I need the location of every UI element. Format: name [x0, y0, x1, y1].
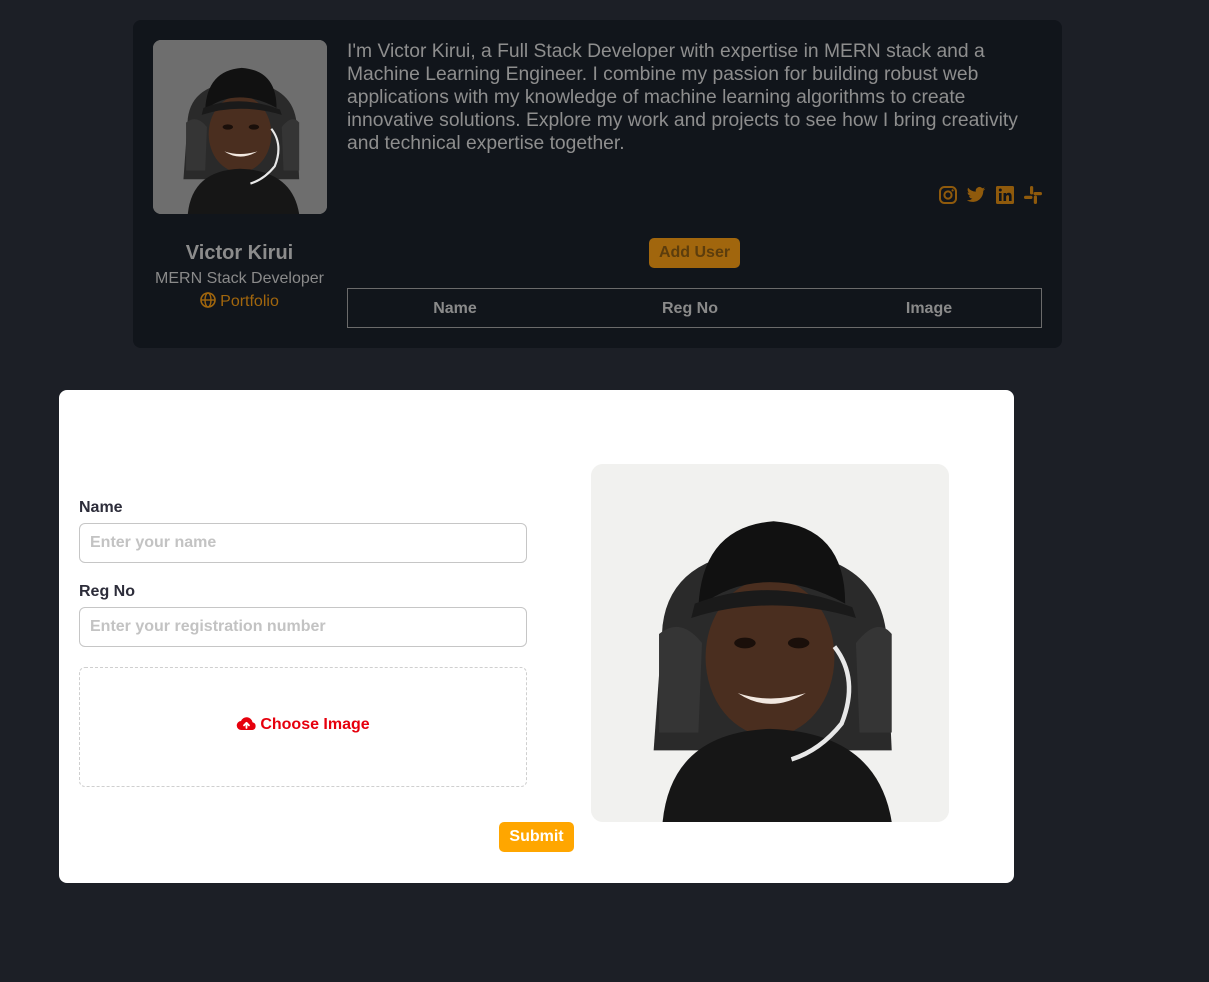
image-preview — [591, 464, 949, 822]
slack-icon[interactable] — [1023, 185, 1043, 205]
globe-icon — [200, 292, 216, 308]
portfolio-link[interactable]: Portfolio — [133, 292, 346, 311]
cloud-upload-icon — [237, 717, 256, 731]
portfolio-label: Portfolio — [220, 293, 279, 310]
avatar — [153, 40, 327, 214]
name-label: Name — [79, 499, 123, 516]
choose-image-label: Choose Image — [260, 716, 370, 733]
profile-role: MERN Stack Developer — [155, 270, 324, 287]
profile-name: Victor Kirui — [185, 242, 294, 264]
submit-button[interactable]: Submit — [499, 822, 574, 852]
add-user-form: Name Reg No Choose Image Submit — [59, 390, 1014, 883]
column-header-name: Name — [433, 300, 477, 317]
linkedin-icon[interactable] — [995, 185, 1015, 205]
name-input[interactable] — [79, 523, 527, 563]
add-user-button[interactable]: Add User — [649, 238, 740, 268]
instagram-icon[interactable] — [938, 185, 958, 205]
image-upload-dropzone[interactable]: Choose Image — [79, 667, 527, 787]
twitter-icon[interactable] — [966, 185, 986, 205]
column-header-image: Image — [905, 300, 953, 317]
reg-no-input[interactable] — [79, 607, 527, 647]
profile-card: Victor Kirui MERN Stack Developer Portfo… — [133, 20, 1062, 348]
reg-no-label: Reg No — [79, 583, 135, 600]
users-table: Name Reg No Image — [347, 288, 1042, 328]
bio-text: I'm Victor Kirui, a Full Stack Developer… — [347, 41, 1018, 154]
column-header-reg-no: Reg No — [662, 300, 718, 317]
